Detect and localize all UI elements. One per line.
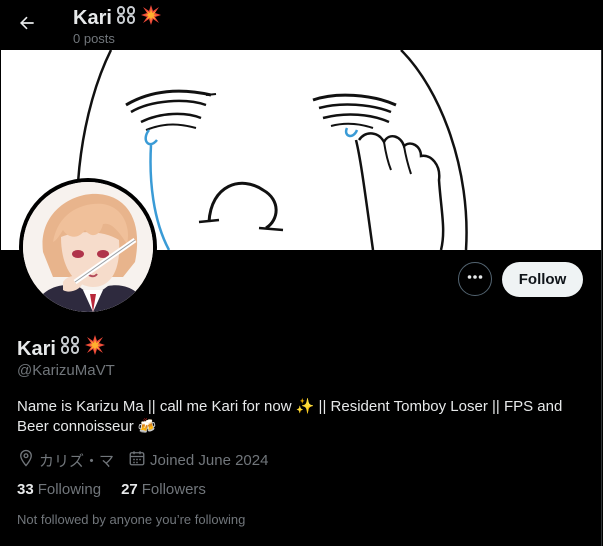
display-name: Kari [17, 337, 56, 360]
back-button[interactable] [10, 8, 44, 42]
following-link[interactable]: 33 Following [17, 481, 101, 498]
top-bar: Kari 0 posts [0, 0, 602, 50]
followed-by-note: Not followed by anyone you’re following [17, 512, 246, 527]
followers-link[interactable]: 27 Followers [121, 481, 206, 498]
more-dots-icon [466, 268, 484, 291]
profile-column: Kari 0 posts Follow Kari @KarizuMaVT Nam… [0, 0, 602, 546]
back-arrow-icon [17, 13, 37, 38]
profile-bio: Name is Karizu Ma || call me Kari for no… [17, 398, 563, 435]
joined-text: Joined June 2024 [150, 451, 269, 469]
follow-stats: 33 Following 27 Followers [17, 481, 206, 498]
avatar[interactable] [19, 178, 157, 316]
collision-emoji-icon [84, 334, 106, 363]
avatar-image [23, 182, 153, 312]
following-count: 33 [17, 481, 34, 498]
chains-emoji-icon [116, 5, 136, 31]
header-post-count: 0 posts [73, 31, 115, 46]
header-display-name: Kari [73, 7, 112, 29]
location-text: カリズ・マ [39, 452, 115, 470]
calendar-icon [128, 449, 146, 471]
user-handle: @KarizuMaVT [17, 362, 115, 379]
more-options-button[interactable] [458, 262, 492, 296]
profile-meta: カリズ・マ Joined June 2024 [17, 449, 282, 471]
followers-label: Followers [141, 481, 206, 498]
follow-button[interactable]: Follow [502, 262, 583, 297]
chains-emoji-icon [60, 335, 80, 362]
location-pin-icon [17, 449, 35, 471]
collision-emoji-icon [140, 4, 162, 32]
following-label: Following [37, 481, 102, 498]
joined-item: Joined June 2024 [128, 449, 268, 471]
location-item: カリズ・マ [17, 449, 114, 471]
profile-name: Kari [17, 334, 106, 363]
header-title: Kari [73, 4, 162, 32]
followers-count: 27 [121, 481, 138, 498]
